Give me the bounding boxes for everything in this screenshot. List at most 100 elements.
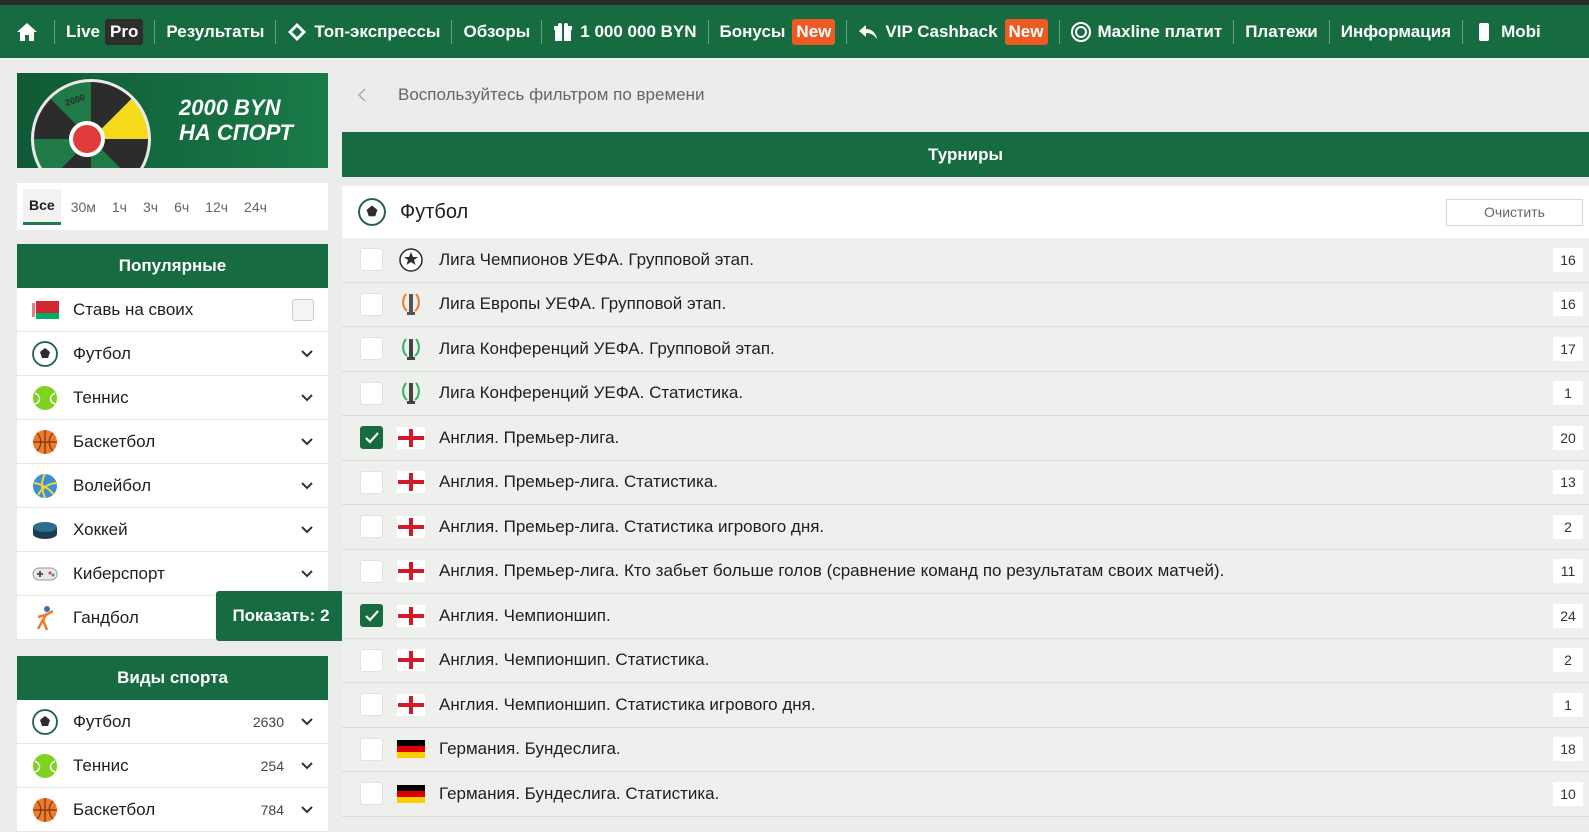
show-count-tooltip[interactable]: Показать: 2 — [216, 591, 354, 641]
promo-title-line2: НА СПОРТ — [179, 120, 293, 145]
popular-item-label: Баскетбол — [73, 431, 156, 451]
tournament-row[interactable]: Германия. Бундеслига. 18 — [342, 727, 1589, 772]
nav-vip-cashback[interactable]: VIP Cashback New — [847, 5, 1058, 58]
nav-results-label: Результаты — [166, 21, 265, 41]
tournament-name: Германия. Бундеслига. Статистика. — [439, 783, 720, 803]
tournament-name: Лига Конференций УЕФА. Статистика. — [439, 383, 744, 403]
coin-icon — [1070, 21, 1091, 42]
nav-results[interactable]: Результаты — [155, 5, 275, 58]
tournament-checkbox[interactable] — [360, 604, 383, 628]
tournament-row[interactable]: Лига Конференций УЕФА. Статистика. 1 — [342, 371, 1589, 416]
time-filter-3h[interactable]: 3ч — [137, 189, 164, 225]
nav-bonuses-label: Бонусы — [719, 21, 786, 41]
england-flag-icon — [397, 426, 425, 449]
tournament-checkbox[interactable] — [360, 248, 383, 272]
chevron-down-icon[interactable] — [300, 803, 314, 817]
tournament-row[interactable]: Англия. Премьер-лига. Статистика. 13 — [342, 460, 1589, 505]
new-badge: New — [792, 18, 836, 45]
tournament-row[interactable]: Лига Чемпионов УЕФА. Групповой этап. 16 — [342, 238, 1589, 283]
sport-item-basketball[interactable]: Баскетбол 784 — [17, 788, 328, 832]
support-own-checkbox[interactable] — [292, 298, 314, 321]
tournament-name: Англия. Премьер-лига. Статистика. — [439, 472, 719, 492]
nav-info[interactable]: Информация — [1330, 5, 1462, 58]
nav-bonuses[interactable]: Бонусы New — [709, 5, 847, 58]
chevron-down-icon[interactable] — [300, 479, 314, 493]
sport-item-label: Баскетбол — [73, 799, 156, 819]
promo-banner[interactable]: 2000 2000 BYN НА СПОРТ — [17, 73, 328, 168]
belarus-flag-icon — [31, 296, 59, 324]
tournament-checkbox[interactable] — [360, 693, 383, 717]
chevron-down-icon[interactable] — [300, 435, 314, 449]
nav-reviews[interactable]: Обзоры — [452, 5, 541, 58]
tournament-event-count: 1 — [1553, 381, 1583, 406]
tennis-ball-icon — [31, 384, 59, 412]
tournament-event-count: 17 — [1553, 336, 1583, 361]
nav-million[interactable]: 1 000 000 BYN — [542, 5, 707, 58]
chevron-down-icon[interactable] — [300, 523, 314, 537]
popular-item-football[interactable]: Футбол — [17, 332, 328, 376]
popular-item-support-own[interactable]: Ставь на своих — [17, 288, 328, 332]
sport-item-count: 784 — [260, 801, 284, 818]
tournament-row[interactable]: Англия. Чемпионшип. Статистика. 2 — [342, 638, 1589, 683]
basketball-icon — [31, 796, 59, 824]
promo-title: 2000 BYN НА СПОРТ — [179, 95, 293, 145]
nav-live[interactable]: Live Pro — [55, 5, 154, 58]
tournament-row[interactable]: Лига Конференций УЕФА. Групповой этап. 17 — [342, 327, 1589, 372]
checkmark-icon — [364, 610, 379, 622]
tournament-checkbox[interactable] — [360, 737, 383, 761]
tournament-checkbox[interactable] — [360, 426, 383, 450]
nav-mobile-label: Mobi — [1501, 21, 1541, 41]
tournament-row[interactable]: Англия. Премьер-лига. 20 — [342, 416, 1589, 461]
tournament-checkbox[interactable] — [360, 337, 383, 361]
chevron-down-icon[interactable] — [300, 567, 314, 581]
popular-item-volleyball[interactable]: Волейбол — [17, 464, 328, 508]
time-filter-1h[interactable]: 1ч — [106, 189, 133, 225]
tournament-event-count: 16 — [1553, 292, 1583, 317]
chevron-down-icon[interactable] — [300, 347, 314, 361]
time-filter-all[interactable]: Все — [23, 188, 61, 225]
popular-item-esports[interactable]: Киберспорт — [17, 552, 328, 596]
nav-payments[interactable]: Платежи — [1234, 5, 1329, 58]
tournament-row[interactable]: Англия. Премьер-лига. Кто забьет больше … — [342, 549, 1589, 594]
tournament-checkbox[interactable] — [360, 559, 383, 583]
tournament-checkbox[interactable] — [360, 381, 383, 405]
tournament-name: Англия. Чемпионшип. Статистика игрового … — [439, 694, 816, 714]
tournament-checkbox[interactable] — [360, 470, 383, 494]
tournament-checkbox[interactable] — [360, 515, 383, 539]
sport-item-football[interactable]: Футбол 2630 — [17, 700, 328, 744]
tournament-row[interactable]: Англия. Чемпионшип. 24 — [342, 594, 1589, 639]
conference-league-logo-icon — [397, 382, 425, 405]
tournament-name: Англия. Премьер-лига. — [439, 427, 620, 447]
sport-section-header: Футбол Очистить — [342, 186, 1589, 238]
tournament-event-count: 2 — [1553, 514, 1583, 539]
tournament-row[interactable]: Лига Европы УЕФА. Групповой этап. 16 — [342, 282, 1589, 327]
tournament-row[interactable]: Германия. Бундеслига. Статистика. 10 — [342, 772, 1589, 817]
popular-item-label: Волейбол — [73, 475, 152, 495]
tournament-checkbox[interactable] — [360, 292, 383, 316]
tournament-checkbox[interactable] — [360, 782, 383, 806]
tournament-checkbox[interactable] — [360, 648, 383, 672]
tournament-event-count: 20 — [1553, 425, 1583, 450]
time-filter-6h[interactable]: 6ч — [168, 189, 195, 225]
popular-item-basketball[interactable]: Баскетбол — [17, 420, 328, 464]
sport-item-tennis[interactable]: Теннис 254 — [17, 744, 328, 788]
time-filter-24h[interactable]: 24ч — [238, 189, 273, 225]
gift-icon — [553, 22, 573, 42]
time-filter-12h[interactable]: 12ч — [199, 189, 234, 225]
time-filter: Все 30м 1ч 3ч 6ч 12ч 24ч — [17, 183, 328, 230]
nav-top-express[interactable]: Топ-экспрессы — [276, 5, 451, 58]
chevron-down-icon[interactable] — [300, 759, 314, 773]
time-filter-30m[interactable]: 30м — [65, 189, 102, 225]
chevron-down-icon[interactable] — [300, 391, 314, 405]
popular-item-hockey[interactable]: Хоккей — [17, 508, 328, 552]
nav-mobile[interactable]: Mobi — [1463, 5, 1552, 58]
tournament-row[interactable]: Англия. Чемпионшип. Статистика игрового … — [342, 683, 1589, 728]
nav-maxline-pays[interactable]: Maxline платит — [1060, 5, 1234, 58]
chevron-left-icon[interactable] — [356, 85, 376, 105]
chevron-down-icon[interactable] — [300, 715, 314, 729]
clear-button[interactable]: Очистить — [1446, 198, 1583, 226]
sport-item-count: 2630 — [252, 713, 284, 730]
home-button[interactable] — [0, 5, 54, 58]
tournament-row[interactable]: Англия. Премьер-лига. Статистика игровог… — [342, 505, 1589, 550]
popular-item-tennis[interactable]: Теннис — [17, 376, 328, 420]
